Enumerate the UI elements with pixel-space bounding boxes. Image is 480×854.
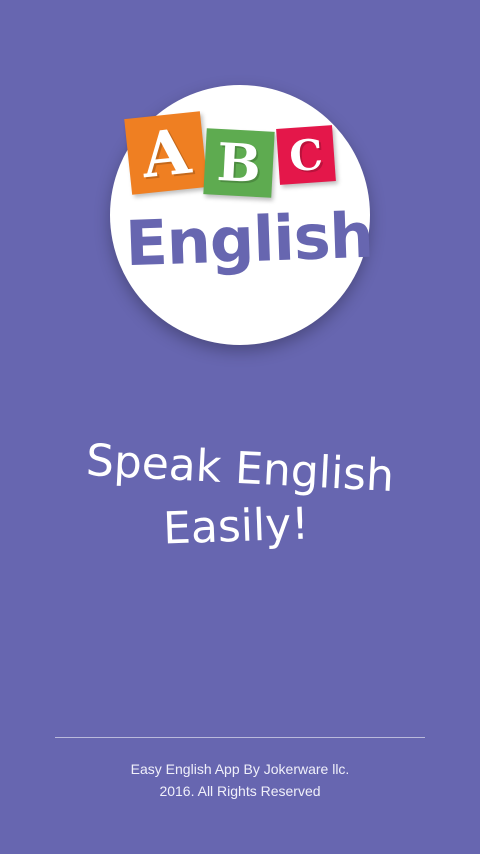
footer-line-2: 2016. All Rights Reserved xyxy=(159,783,321,799)
tagline-line-2: Easily! xyxy=(162,498,310,555)
letter-block-b: B xyxy=(203,128,275,198)
letter-block-a: A xyxy=(124,111,208,195)
letter-block-c: C xyxy=(276,125,336,185)
tagline: Speak English Easily! xyxy=(0,435,480,556)
app-logo: A B C English xyxy=(110,85,374,345)
footer-line-1: Easy English App By Jokerware llc. xyxy=(130,761,350,777)
footer: Easy English App By Jokerware llc. 2016.… xyxy=(0,758,480,802)
logo-word: English xyxy=(124,198,374,281)
letter-block-c-text: C xyxy=(287,129,325,181)
footer-divider xyxy=(55,737,425,738)
letter-block-a-text: A xyxy=(138,114,194,192)
letter-block-b-text: B xyxy=(215,131,263,195)
